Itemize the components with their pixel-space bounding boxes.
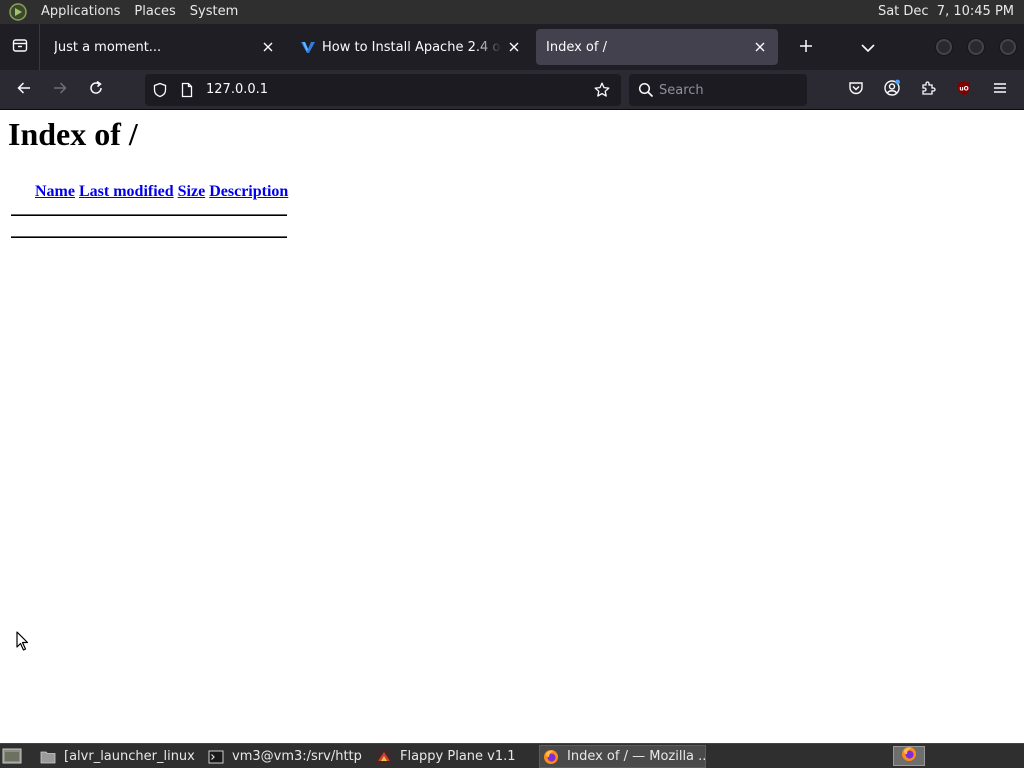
reload-button[interactable] <box>82 76 110 104</box>
tab-title: Index of / <box>546 39 607 55</box>
sort-by-description-link[interactable]: Description <box>209 183 288 200</box>
column-header-size: Size <box>177 182 207 202</box>
taskbar-item-label: Index of / — Mozilla ... <box>567 749 706 764</box>
pocket-button[interactable] <box>842 76 870 104</box>
navigation-toolbar: 127.0.0.1 uO <box>0 70 1024 110</box>
page-content: Index of / Name Last modified Size Descr… <box>0 111 1024 743</box>
sort-by-last-modified-link[interactable]: Last modified <box>79 183 174 200</box>
taskbar-item-label: [alvr_launcher_linux] <box>64 749 196 764</box>
tab-title: How to Install Apache 2.4 on <box>322 39 502 55</box>
taskbar-item-flappy-plane[interactable]: Flappy Plane v1.1 <box>372 745 532 768</box>
taskbar: [alvr_launcher_linux] vm3@vm3:/srv/http … <box>0 743 1024 768</box>
search-icon <box>638 82 654 98</box>
chevron-down-icon <box>861 38 875 57</box>
taskbar-item-label: Flappy Plane v1.1 <box>400 749 516 764</box>
pocket-icon <box>848 80 864 100</box>
page-icon[interactable] <box>179 82 195 98</box>
search-input[interactable] <box>659 74 799 106</box>
close-icon[interactable] <box>752 39 768 55</box>
table-divider-top <box>11 214 287 216</box>
hamburger-menu-icon <box>992 80 1008 100</box>
arrow-right-icon <box>52 80 68 100</box>
shield-icon[interactable] <box>152 82 168 98</box>
table-header-row: Name Last modified Size Description <box>12 182 289 202</box>
maximize-button[interactable] <box>968 39 984 55</box>
svg-text:uO: uO <box>959 86 968 93</box>
taskbar-item-label: vm3@vm3:/srv/http <box>232 749 362 764</box>
page-title: Index of / <box>8 116 138 152</box>
new-tab-button[interactable] <box>792 33 820 61</box>
tab-apache-install[interactable]: How to Install Apache 2.4 on <box>290 29 532 65</box>
list-all-tabs-button[interactable] <box>856 33 880 61</box>
taskbar-item-alvr-launcher[interactable]: [alvr_launcher_linux] <box>36 745 196 768</box>
menu-places[interactable]: Places <box>127 0 182 24</box>
firefox-view-button[interactable] <box>0 24 40 70</box>
close-icon[interactable] <box>260 39 276 55</box>
menu-system[interactable]: System <box>183 0 245 24</box>
arrow-left-icon <box>16 80 32 100</box>
column-header-name: Name <box>34 182 76 202</box>
tab-index-of[interactable]: Index of / <box>536 29 778 65</box>
table-divider-bottom <box>11 236 287 238</box>
puzzle-icon <box>920 80 936 100</box>
folder-icon <box>40 749 56 765</box>
sort-by-name-link[interactable]: Name <box>35 183 75 200</box>
window-close-button[interactable] <box>1000 39 1016 55</box>
show-desktop-button[interactable] <box>2 747 22 765</box>
clock[interactable]: Sat Dec 7, 10:45 PM <box>878 0 1014 24</box>
distro-logo-icon[interactable] <box>8 2 28 22</box>
account-button[interactable] <box>878 76 906 104</box>
url-bar[interactable]: 127.0.0.1 <box>145 74 621 106</box>
close-icon[interactable] <box>506 39 522 55</box>
firefox-view-icon <box>12 37 28 57</box>
tab-title: Just a moment... <box>54 39 162 55</box>
desktop-icon <box>2 748 22 768</box>
star-icon[interactable] <box>594 82 610 98</box>
firefox-icon <box>543 749 559 765</box>
extensions-button[interactable] <box>914 76 942 104</box>
tab-strip: Just a moment... How to Install Apache 2… <box>0 24 1024 70</box>
top-panel: Applications Places System Sat Dec 7, 10… <box>0 0 1024 24</box>
tab-just-a-moment[interactable]: Just a moment... <box>44 29 286 65</box>
url-text[interactable]: 127.0.0.1 <box>206 74 268 106</box>
directory-listing-table: Name Last modified Size Description <box>10 180 291 204</box>
mouse-cursor-icon <box>16 631 30 651</box>
account-icon <box>883 79 901 101</box>
menu-button[interactable] <box>986 76 1014 104</box>
back-button[interactable] <box>10 76 38 104</box>
icon-column-header <box>12 182 32 202</box>
terminal-icon <box>208 749 224 765</box>
menu-applications[interactable]: Applications <box>34 0 127 24</box>
reload-icon <box>88 80 104 100</box>
ublock-origin-icon: uO <box>956 80 972 100</box>
column-header-description: Description <box>208 182 289 202</box>
sort-by-size-link[interactable]: Size <box>178 183 206 200</box>
taskbar-item-firefox[interactable]: Index of / — Mozilla ... <box>539 745 706 768</box>
firefox-icon <box>901 746 917 766</box>
forward-button[interactable] <box>46 76 74 104</box>
column-header-last-modified: Last modified <box>78 182 175 202</box>
vultr-favicon-icon <box>300 39 316 55</box>
minimize-button[interactable] <box>936 39 952 55</box>
taskbar-item-terminal[interactable]: vm3@vm3:/srv/http <box>204 745 364 768</box>
workspace-switcher[interactable] <box>893 746 925 766</box>
game-icon <box>376 748 392 765</box>
plus-icon <box>799 38 813 57</box>
ublock-origin-button[interactable]: uO <box>950 76 978 104</box>
search-bar[interactable] <box>629 74 807 106</box>
